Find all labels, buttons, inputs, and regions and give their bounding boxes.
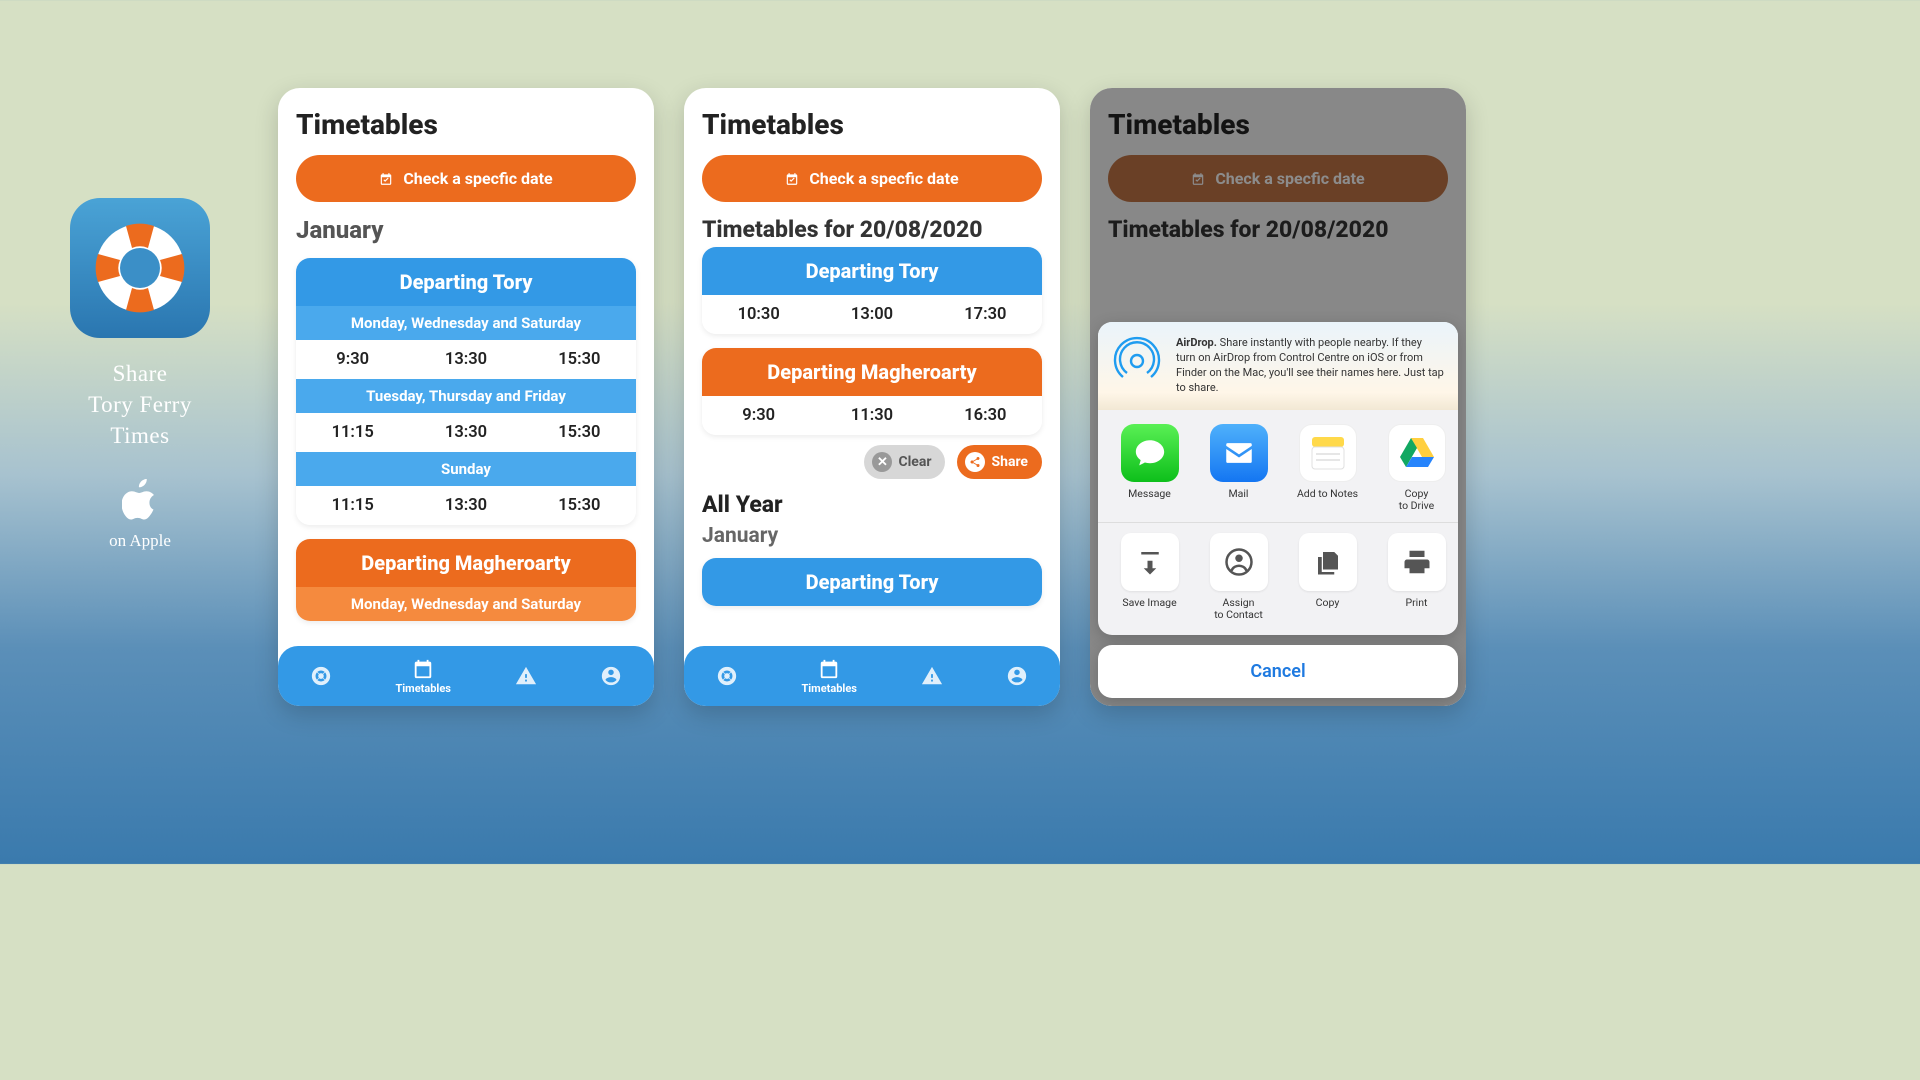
date-heading: Timetables for 20/08/2020 bbox=[702, 216, 1042, 243]
check-date-label: Check a specfic date bbox=[403, 169, 552, 188]
calendar-check-icon bbox=[1191, 172, 1205, 186]
google-drive-icon bbox=[1388, 424, 1446, 482]
calendar-check-icon bbox=[785, 172, 799, 186]
share-app-message[interactable]: Message bbox=[1112, 424, 1187, 512]
tab-home[interactable] bbox=[310, 665, 332, 687]
airdrop-row[interactable]: AirDrop. Share instantly with people nea… bbox=[1098, 322, 1458, 409]
tab-label: Timetables bbox=[801, 682, 857, 695]
check-date-button[interactable]: Check a specfic date bbox=[1108, 155, 1448, 202]
date-heading: Timetables for 20/08/2020 bbox=[1108, 216, 1448, 243]
share-app-mail[interactable]: Mail bbox=[1201, 424, 1276, 512]
departing-tory-card: Departing Tory 10:3013:0017:30 bbox=[702, 247, 1042, 334]
lifebuoy-icon bbox=[716, 665, 738, 687]
departing-magheroarty-card: Departing Magheroarty Monday, Wednesday … bbox=[296, 539, 636, 621]
check-date-button[interactable]: Check a specfic date bbox=[296, 155, 636, 202]
tab-timetables[interactable]: Timetables bbox=[395, 658, 451, 695]
app-icon bbox=[70, 198, 210, 338]
departing-magheroarty-card: Departing Magheroarty 9:3011:3016:30 bbox=[702, 348, 1042, 435]
tab-label: Timetables bbox=[395, 682, 451, 695]
check-date-label: Check a specfic date bbox=[1215, 169, 1364, 188]
share-action-save-image[interactable]: Save Image bbox=[1112, 533, 1187, 621]
page-title: Timetables bbox=[1108, 108, 1448, 141]
cancel-button[interactable]: Cancel bbox=[1098, 645, 1458, 698]
clear-button[interactable]: ✕ Clear bbox=[864, 445, 945, 479]
user-circle-icon bbox=[600, 665, 622, 687]
all-year-heading: All Year bbox=[702, 491, 1042, 518]
close-icon: ✕ bbox=[872, 452, 892, 472]
times-row: 10:3013:0017:30 bbox=[702, 295, 1042, 334]
tab-profile[interactable] bbox=[1006, 665, 1028, 687]
apple-icon bbox=[122, 479, 158, 521]
days-label: Sunday bbox=[296, 452, 636, 486]
card-title: Departing Tory bbox=[702, 558, 1042, 606]
promo-sidebar: Share Tory Ferry Times on Apple bbox=[55, 198, 225, 551]
calendar-check-icon bbox=[379, 172, 393, 186]
warning-icon bbox=[921, 665, 943, 687]
share-sheet-card: AirDrop. Share instantly with people nea… bbox=[1098, 322, 1458, 635]
action-row: ✕ Clear Share bbox=[702, 445, 1042, 479]
departing-tory-card-2: Departing Tory bbox=[702, 558, 1042, 606]
airdrop-icon bbox=[1112, 336, 1162, 386]
platform-label: on Apple bbox=[55, 531, 225, 551]
share-app-notes[interactable]: Add to Notes bbox=[1290, 424, 1365, 512]
times-row: 11:1513:3015:30 bbox=[296, 413, 636, 452]
share-action-print[interactable]: Print bbox=[1379, 533, 1454, 621]
warning-icon bbox=[515, 665, 537, 687]
share-app-drive[interactable]: Copy to Drive bbox=[1379, 424, 1454, 512]
save-image-icon bbox=[1121, 533, 1179, 591]
share-apps-row: Message Mail Add to Notes Copy to Drive … bbox=[1098, 410, 1458, 522]
days-label: Monday, Wednesday and Saturday bbox=[296, 587, 636, 621]
tab-alerts[interactable] bbox=[921, 665, 943, 687]
times-row: 9:3011:3016:30 bbox=[702, 396, 1042, 435]
month-heading: January bbox=[296, 216, 636, 244]
share-button[interactable]: Share bbox=[957, 445, 1042, 479]
calendar-icon bbox=[412, 658, 434, 680]
card-title: Departing Tory bbox=[296, 258, 636, 306]
departing-tory-card: Departing Tory Monday, Wednesday and Sat… bbox=[296, 258, 636, 525]
card-title: Departing Tory bbox=[702, 247, 1042, 295]
days-label: Monday, Wednesday and Saturday bbox=[296, 306, 636, 340]
phone-screen-2: Timetables Check a specfic date Timetabl… bbox=[684, 88, 1060, 706]
check-date-label: Check a specfic date bbox=[809, 169, 958, 188]
contact-icon bbox=[1210, 533, 1268, 591]
tab-home[interactable] bbox=[716, 665, 738, 687]
message-icon bbox=[1121, 424, 1179, 482]
tab-timetables[interactable]: Timetables bbox=[801, 658, 857, 695]
user-circle-icon bbox=[1006, 665, 1028, 687]
card-title: Departing Magheroarty bbox=[702, 348, 1042, 396]
apple-platform: on Apple bbox=[55, 479, 225, 551]
page-title: Timetables bbox=[296, 108, 636, 141]
clear-label: Clear bbox=[898, 454, 931, 470]
phone-screen-1: Timetables Check a specfic date January … bbox=[278, 88, 654, 706]
ios-share-sheet: AirDrop. Share instantly with people nea… bbox=[1098, 322, 1458, 698]
phone-screen-3: Timetables Check a specfic date Timetabl… bbox=[1090, 88, 1466, 706]
promo-title: Share Tory Ferry Times bbox=[55, 358, 225, 451]
copy-icon bbox=[1299, 533, 1357, 591]
times-row: 9:3013:3015:30 bbox=[296, 340, 636, 379]
share-action-assign-contact[interactable]: Assign to Contact bbox=[1201, 533, 1276, 621]
print-icon bbox=[1388, 533, 1446, 591]
mail-icon bbox=[1210, 424, 1268, 482]
notes-icon bbox=[1299, 424, 1357, 482]
lifebuoy-icon bbox=[310, 665, 332, 687]
lifebuoy-icon bbox=[90, 218, 190, 318]
airdrop-text: AirDrop. Share instantly with people nea… bbox=[1176, 336, 1444, 395]
share-actions-row: Save Image Assign to Contact Copy Print … bbox=[1098, 522, 1458, 635]
check-date-button[interactable]: Check a specfic date bbox=[702, 155, 1042, 202]
calendar-icon bbox=[818, 658, 840, 680]
tab-profile[interactable] bbox=[600, 665, 622, 687]
tab-alerts[interactable] bbox=[515, 665, 537, 687]
share-label: Share bbox=[991, 454, 1028, 470]
month-heading: January bbox=[702, 524, 1042, 548]
page-title: Timetables bbox=[702, 108, 1042, 141]
times-row: 11:1513:3015:30 bbox=[296, 486, 636, 525]
share-action-copy[interactable]: Copy bbox=[1290, 533, 1365, 621]
tab-bar: Timetables bbox=[278, 646, 654, 706]
share-icon bbox=[965, 452, 985, 472]
card-title: Departing Magheroarty bbox=[296, 539, 636, 587]
days-label: Tuesday, Thursday and Friday bbox=[296, 379, 636, 413]
tab-bar: Timetables bbox=[684, 646, 1060, 706]
